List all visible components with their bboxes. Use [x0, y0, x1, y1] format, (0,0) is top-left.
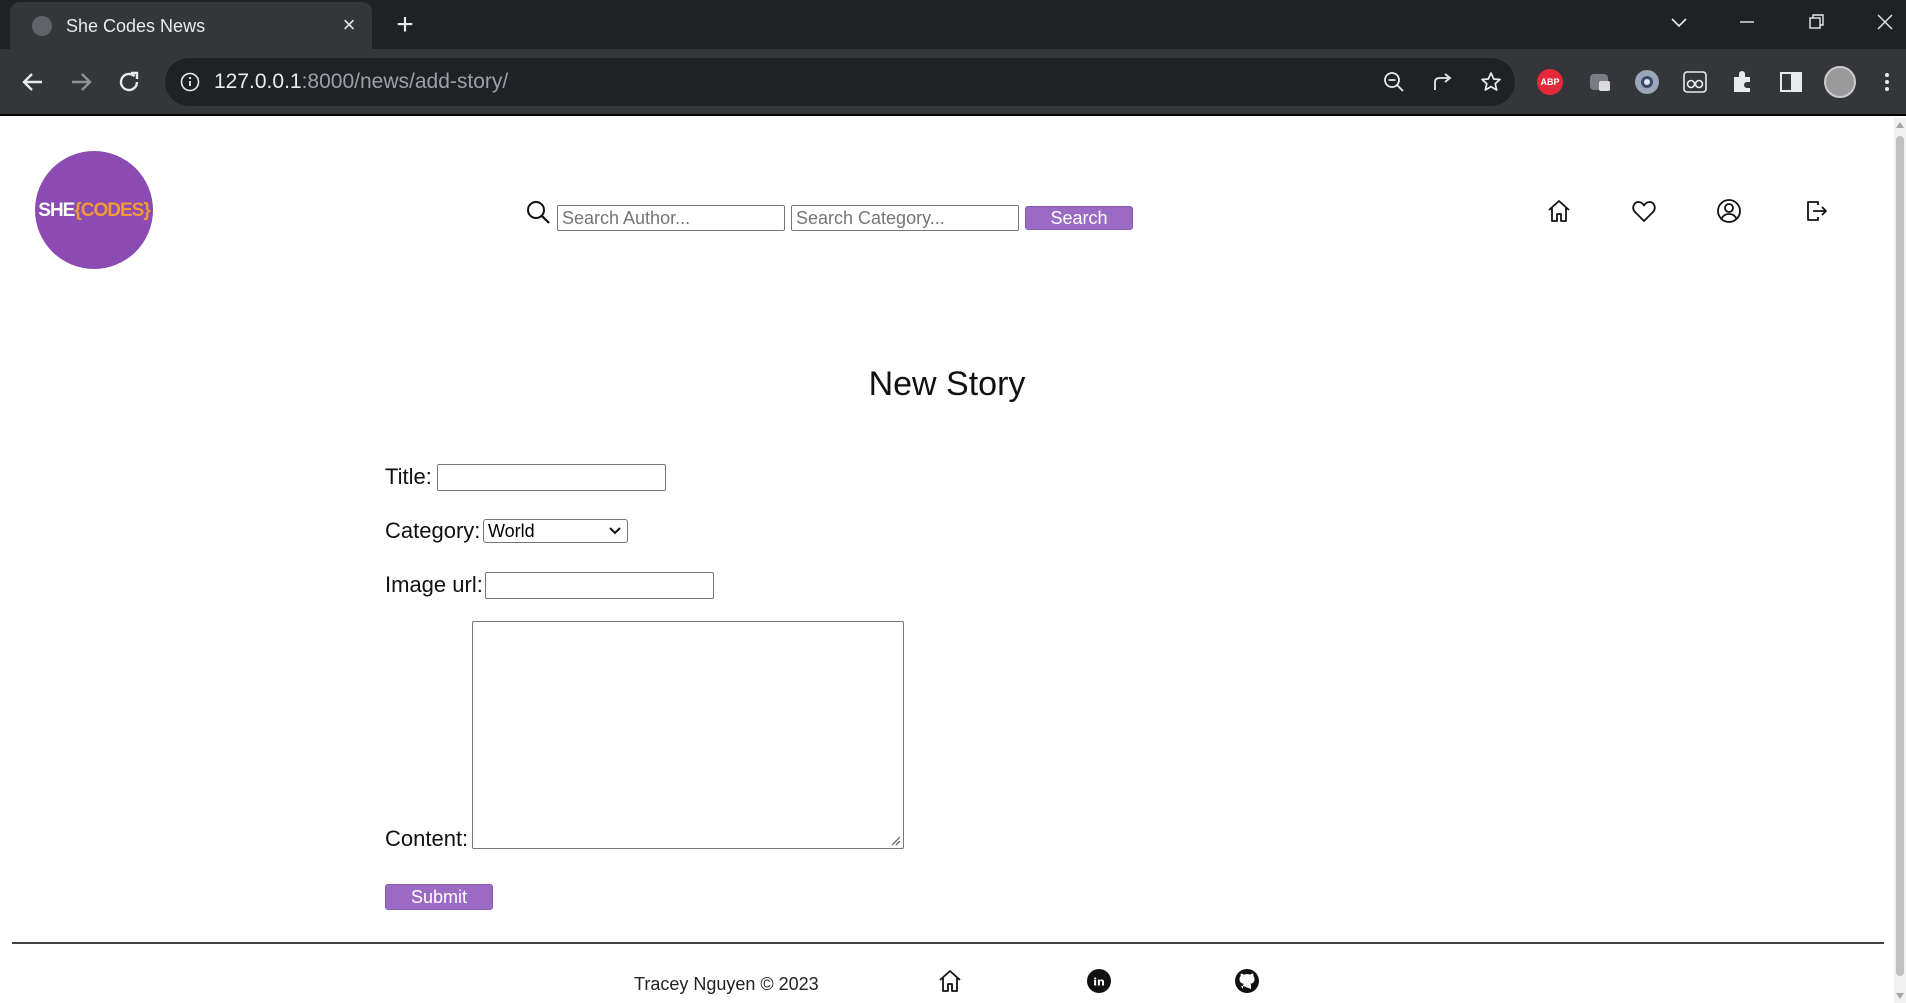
- close-tab-icon[interactable]: ×: [336, 12, 362, 38]
- forward-button[interactable]: [66, 67, 96, 97]
- close-window-button[interactable]: [1858, 0, 1906, 44]
- heart-icon[interactable]: [1630, 197, 1658, 225]
- arrow-left-icon: [22, 73, 42, 91]
- content-label: Content:: [385, 826, 469, 851]
- search-category-input[interactable]: [791, 205, 1019, 231]
- linkedin-icon[interactable]: in: [1086, 968, 1112, 994]
- tab-search-button[interactable]: [1652, 0, 1706, 44]
- submit-button[interactable]: Submit: [385, 884, 493, 910]
- resize-grip-icon[interactable]: [889, 834, 901, 846]
- browser-toolbar: 127.0.0.1:8000/news/add-story/ ABP: [0, 49, 1906, 116]
- share-icon[interactable]: [1431, 70, 1455, 94]
- url-host: 127.0.0.1: [214, 70, 302, 93]
- logo-she: SHE: [38, 200, 75, 221]
- browser-tab[interactable]: She Codes News ×: [10, 2, 372, 49]
- vertical-scrollbar[interactable]: [1894, 118, 1906, 1003]
- more-vertical-icon[interactable]: [1872, 67, 1902, 97]
- side-panel-icon[interactable]: [1776, 67, 1806, 97]
- tab-title: She Codes News: [66, 16, 206, 36]
- title-label: Title:: [385, 464, 432, 489]
- logout-icon[interactable]: [1802, 197, 1830, 225]
- arrow-right-icon: [72, 73, 92, 91]
- footer-divider: [12, 942, 1884, 944]
- scroll-down-arrow-icon[interactable]: [1896, 993, 1904, 999]
- minimize-icon: [1740, 21, 1754, 23]
- new-tab-button[interactable]: +: [387, 8, 423, 42]
- extension-tab-icon[interactable]: [1585, 67, 1615, 97]
- content-textarea[interactable]: [472, 621, 904, 849]
- url-path: :8000/news/add-story/: [301, 70, 509, 93]
- address-bar[interactable]: 127.0.0.1:8000/news/add-story/: [165, 58, 1515, 106]
- search-author-input[interactable]: [557, 205, 785, 231]
- extension-circle-icon[interactable]: [1632, 67, 1662, 97]
- category-label: Category:: [385, 518, 481, 543]
- reload-icon: [119, 71, 139, 92]
- scrollbar-thumb[interactable]: [1896, 136, 1904, 976]
- close-icon: [1877, 14, 1893, 30]
- back-button[interactable]: [18, 67, 48, 97]
- image-url-input[interactable]: [485, 572, 714, 599]
- home-icon[interactable]: [937, 968, 963, 994]
- category-select[interactable]: World: [483, 519, 628, 543]
- url-text[interactable]: 127.0.0.1:8000/news/add-story/: [214, 70, 508, 94]
- extension-glasses-icon[interactable]: [1680, 67, 1710, 97]
- star-icon[interactable]: [1479, 70, 1503, 94]
- user-icon[interactable]: [1715, 197, 1743, 225]
- footer-credit: Tracey Nguyen © 2023: [634, 974, 819, 994]
- page-viewport: SHE{CODES} Search New Story Title: Categ…: [0, 118, 1906, 1003]
- adblock-extension-icon[interactable]: ABP: [1537, 69, 1563, 95]
- image-url-label: Image url:: [385, 572, 483, 597]
- title-input[interactable]: [437, 464, 666, 491]
- home-icon[interactable]: [1545, 197, 1573, 225]
- reload-button[interactable]: [114, 67, 144, 97]
- minimize-button[interactable]: [1720, 0, 1774, 44]
- github-icon[interactable]: [1234, 968, 1260, 994]
- profile-avatar[interactable]: [1824, 66, 1856, 98]
- search-button[interactable]: Search: [1025, 206, 1133, 230]
- browser-tab-strip: She Codes News × +: [0, 0, 1906, 49]
- globe-icon: [32, 16, 52, 36]
- restore-button[interactable]: [1790, 0, 1844, 44]
- logo-wordmark: SHE{CODES}: [35, 200, 153, 222]
- page-title: New Story: [868, 365, 1026, 403]
- site-logo[interactable]: SHE{CODES}: [35, 151, 153, 269]
- category-selected-value: World: [488, 521, 535, 541]
- chevron-down-icon: [1671, 18, 1687, 28]
- svg-text:in: in: [1093, 976, 1105, 989]
- chevron-down-icon: [609, 527, 621, 535]
- zoom-out-icon[interactable]: [1382, 70, 1406, 94]
- info-icon[interactable]: [179, 71, 201, 93]
- restore-icon: [1809, 14, 1824, 29]
- puzzle-icon[interactable]: [1728, 67, 1758, 97]
- search-icon: [527, 201, 550, 224]
- scroll-up-arrow-icon[interactable]: [1896, 122, 1904, 128]
- logo-codes: {CODES}: [74, 200, 150, 221]
